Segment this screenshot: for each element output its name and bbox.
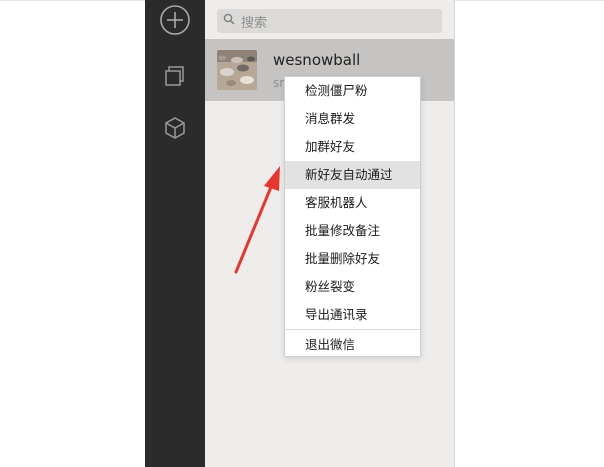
menu-item-fan-fission[interactable]: 粉丝裂变 [285, 273, 420, 301]
menu-item-detect-zombie-fans[interactable]: 检测僵尸粉 [285, 77, 420, 105]
copy-icon [163, 64, 187, 88]
add-button[interactable] [145, 0, 205, 40]
menu-item-batch-delete-friends[interactable]: 批量删除好友 [285, 245, 420, 273]
search-icon [223, 13, 241, 29]
add-icon [159, 4, 191, 36]
box-button[interactable] [145, 108, 205, 148]
avatar [217, 50, 257, 90]
sidebar [145, 0, 205, 467]
contact-name: wesnowball [273, 51, 361, 69]
search-placeholder: 搜索 [241, 15, 268, 31]
menu-item-export-contacts[interactable]: 导出通讯录 [285, 301, 420, 329]
context-menu: 检测僵尸粉 消息群发 加群好友 新好友自动通过 客服机器人 批量修改备注 批量删… [284, 76, 421, 357]
menu-item-mass-message[interactable]: 消息群发 [285, 105, 420, 133]
search-input[interactable]: 搜索 [217, 9, 442, 33]
menu-item-batch-edit-remarks[interactable]: 批量修改备注 [285, 217, 420, 245]
menu-item-service-bot[interactable]: 客服机器人 [285, 189, 420, 217]
menu-item-add-group-friends[interactable]: 加群好友 [285, 133, 420, 161]
copy-button[interactable] [145, 56, 205, 96]
menu-item-auto-accept-friends[interactable]: 新好友自动通过 [285, 161, 420, 189]
menu-item-logout-wechat[interactable]: 退出微信 [285, 330, 420, 358]
box-icon [163, 116, 187, 140]
